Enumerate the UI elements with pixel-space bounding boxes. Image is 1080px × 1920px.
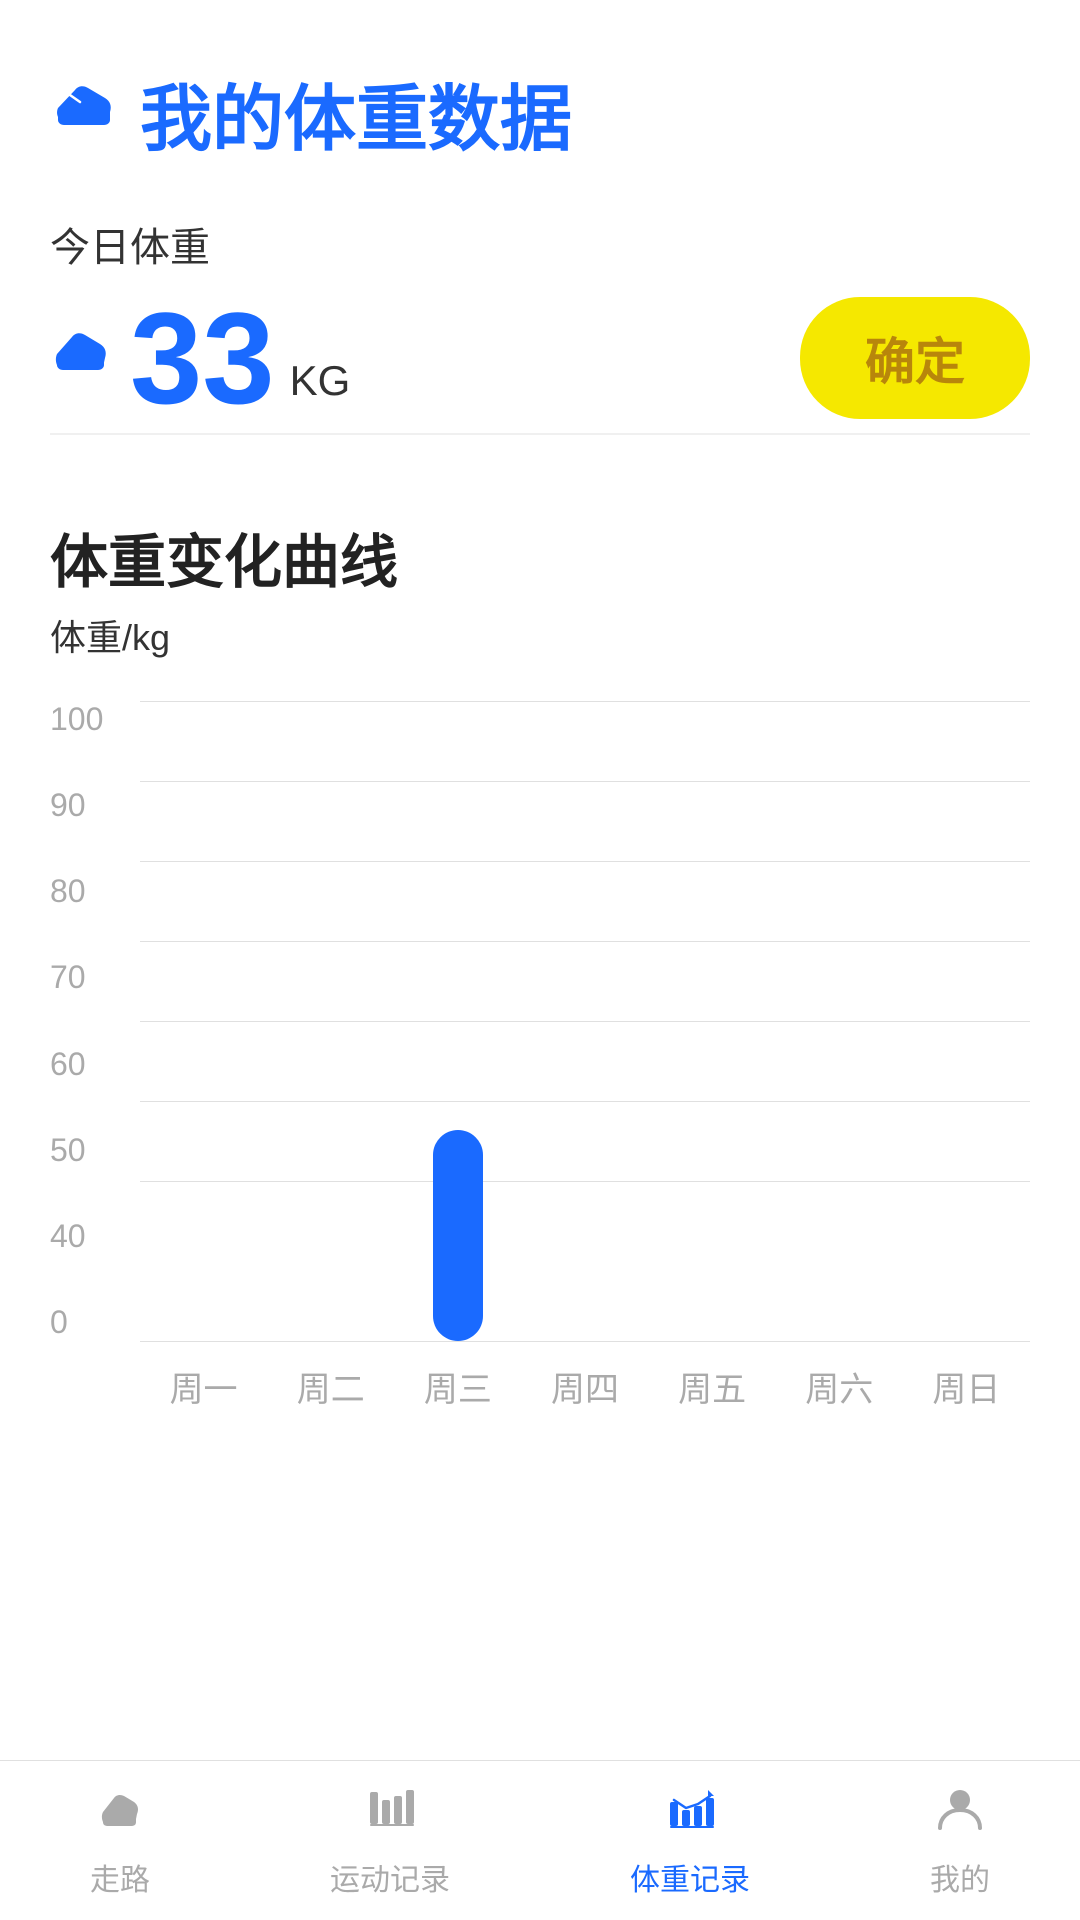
weight-display: 33 KG — [50, 293, 350, 423]
x-label-sat: 周六 — [805, 1362, 873, 1411]
nav-item-walking[interactable]: 走路 — [70, 1772, 170, 1909]
weight-value: 33 — [130, 293, 275, 423]
grid-line-70 — [140, 941, 1030, 942]
x-label-fri: 周五 — [678, 1362, 746, 1411]
walking-icon — [94, 1782, 146, 1847]
grid-line-40 — [140, 1181, 1030, 1182]
weight-record-icon — [664, 1782, 716, 1847]
header: 我的体重数据 — [0, 0, 1080, 195]
y-label-70: 70 — [50, 959, 130, 996]
x-axis-labels: 周一 周二 周三 周四 周五 周六 周日 — [140, 1351, 1030, 1421]
grid-line-60 — [140, 1021, 1030, 1022]
y-label-90: 90 — [50, 787, 130, 824]
weight-icon — [50, 319, 115, 398]
y-axis-labels: 100 90 80 70 60 50 40 0 — [50, 701, 130, 1341]
chart-grid-area — [140, 701, 1030, 1341]
page-title: 我的体重数据 — [140, 60, 572, 165]
nav-label-weight: 体重记录 — [630, 1855, 750, 1899]
mine-icon — [934, 1782, 986, 1847]
x-label-tue: 周二 — [297, 1362, 365, 1411]
today-label: 今日体重 — [50, 215, 1030, 273]
bar-wednesday-fill — [433, 1130, 483, 1341]
chart-section: 体重变化曲线 体重/kg 100 90 80 70 60 50 40 0 — [0, 465, 1080, 1920]
nav-item-exercise[interactable]: 运动记录 — [310, 1772, 470, 1909]
y-label-100: 100 — [50, 701, 130, 738]
y-label-50: 50 — [50, 1132, 130, 1169]
bottom-nav: 走路 运动记录 — [0, 1760, 1080, 1920]
y-label-0: 0 — [50, 1304, 130, 1341]
x-label-wed: 周三 — [424, 1362, 492, 1411]
y-label-60: 60 — [50, 1046, 130, 1083]
x-label-thu: 周四 — [551, 1362, 619, 1411]
nav-item-weight[interactable]: 体重记录 — [610, 1772, 770, 1909]
chart-wrapper: 100 90 80 70 60 50 40 0 — [50, 701, 1030, 1421]
nav-label-walking: 走路 — [90, 1855, 150, 1899]
chart-area: 100 90 80 70 60 50 40 0 — [50, 701, 1030, 1421]
exercise-icon — [364, 1782, 416, 1847]
page-container: 我的体重数据 今日体重 33 KG 确定 体重变化曲线 体重/kg — [0, 0, 1080, 1920]
grid-line-0 — [140, 1341, 1030, 1342]
divider — [50, 433, 1030, 435]
header-shoe-icon — [50, 70, 120, 156]
y-label-80: 80 — [50, 873, 130, 910]
grid-line-80 — [140, 861, 1030, 862]
weight-row: 33 KG 确定 — [50, 293, 1030, 423]
y-label-40: 40 — [50, 1218, 130, 1255]
confirm-button[interactable]: 确定 — [800, 297, 1030, 419]
today-section: 今日体重 33 KG 确定 — [0, 195, 1080, 433]
grid-line-50 — [140, 1101, 1030, 1102]
grid-line-100 — [140, 701, 1030, 702]
chart-title: 体重变化曲线 — [50, 515, 1030, 599]
x-label-mon: 周一 — [170, 1362, 238, 1411]
chart-unit-label: 体重/kg — [50, 609, 1030, 661]
bar-wednesday — [433, 1130, 483, 1341]
nav-label-exercise: 运动记录 — [330, 1855, 450, 1899]
nav-label-mine: 我的 — [930, 1855, 990, 1899]
weight-unit: KG — [290, 357, 351, 405]
grid-line-90 — [140, 781, 1030, 782]
x-label-sun: 周日 — [932, 1362, 1000, 1411]
nav-item-mine[interactable]: 我的 — [910, 1772, 1010, 1909]
